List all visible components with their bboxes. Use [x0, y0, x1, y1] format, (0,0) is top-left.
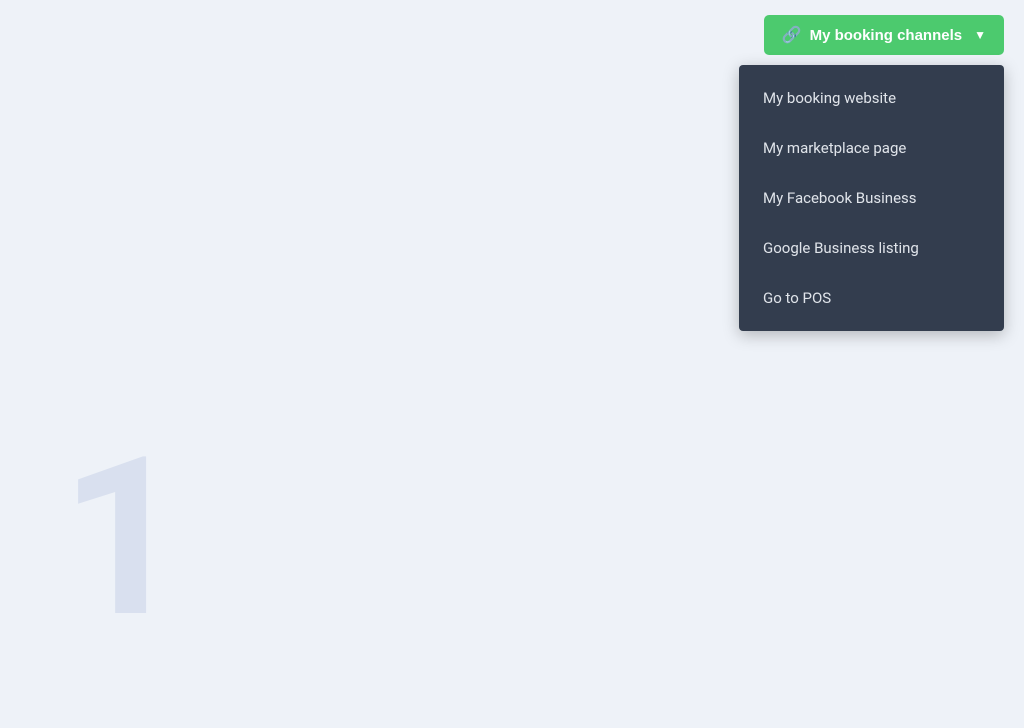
dropdown-item-facebook-business[interactable]: My Facebook Business	[739, 173, 1004, 223]
booking-channels-button[interactable]: 🔗 My booking channels ▼	[764, 15, 1004, 55]
header: 🔗 My booking channels ▼	[0, 0, 1024, 70]
dropdown-item-booking-website[interactable]: My booking website	[739, 73, 1004, 123]
dropdown-item-go-to-pos[interactable]: Go to POS	[739, 273, 1004, 323]
dropdown-menu: My booking websiteMy marketplace pageMy …	[739, 65, 1004, 331]
booking-channels-label: My booking channels	[810, 27, 963, 44]
chevron-down-icon: ▼	[974, 28, 986, 42]
background-number: 1	[60, 428, 186, 648]
dropdown-item-marketplace-page[interactable]: My marketplace page	[739, 123, 1004, 173]
link-icon: 🔗	[782, 25, 802, 45]
dropdown-item-google-business[interactable]: Google Business listing	[739, 223, 1004, 273]
